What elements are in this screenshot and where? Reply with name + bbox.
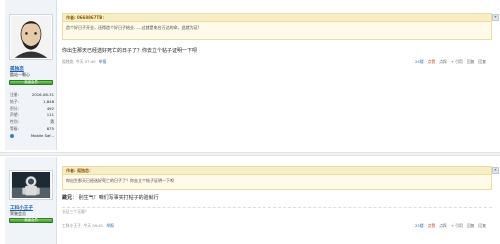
message-greeting: 跳兄 bbox=[62, 195, 73, 201]
reply-button[interactable]: 回复 bbox=[467, 223, 475, 229]
stat-value: 492 bbox=[46, 105, 54, 111]
quote-text: 造个好日子开业，还得造个好日子结业......过就是电台万达的命，此就为证! bbox=[66, 24, 200, 30]
avatar[interactable] bbox=[9, 14, 53, 60]
user-sidebar: 孤独恋 酷站一颗心 高级会员 注册: 2016-08-31 帖子: 1,848 积分… bbox=[5, 0, 57, 150]
quote-author: 作者: 0668867TB： bbox=[63, 14, 491, 22]
device-icon bbox=[10, 134, 14, 139]
report-flag-icon[interactable]: ⚑ bbox=[492, 14, 499, 21]
post-message: 跳兄： 别生气！咱们写事实打帖子的验就行 bbox=[62, 195, 159, 201]
quote-text: 你出生那天已经选好死亡的日子了？你去立个帖子证明一下呗 bbox=[66, 177, 174, 183]
like-button[interactable]: 点赞 bbox=[428, 223, 436, 229]
quote-author: 作者: 孤独恋： bbox=[63, 167, 491, 175]
reply-button-2[interactable]: 回复 bbox=[478, 59, 486, 65]
reply-button[interactable]: 回复 bbox=[467, 59, 475, 65]
stat-value: 111 bbox=[46, 112, 54, 118]
post-24: 孤独恋 酷站一颗心 高级会员 注册: 2016-08-31 帖子: 1,848 积分… bbox=[0, 0, 500, 150]
stat-label: 注册: bbox=[10, 92, 19, 97]
post-message: 你出生那天已经选好死亡的日子了？你去立个帖子证明一下呗 bbox=[62, 48, 198, 54]
stat-registered: 注册: 2016-08-31 bbox=[10, 92, 54, 99]
footer-time: 今天 07:40 bbox=[75, 59, 96, 64]
message-text: 别生气！咱们写事实打帖子的验就行 bbox=[78, 195, 159, 201]
like-button[interactable]: 点赞 bbox=[428, 59, 436, 65]
stat-value: Mobile Saf... bbox=[30, 132, 54, 138]
quote-block: 作者: 孤独恋： 你出生那天已经选好死亡的日子了？你去立个帖子证明一下呗 bbox=[62, 166, 492, 190]
rank-badge: 高级会员 bbox=[9, 218, 53, 223]
quote-block: 作者: 0668867TB： 造个好日子开业，还得造个好日子结业......过就… bbox=[62, 13, 492, 40]
dislike-button[interactable]: 点踩 bbox=[439, 223, 447, 229]
report-flag-icon[interactable]: ⚑ bbox=[492, 167, 499, 174]
stat-value: 1,848 bbox=[43, 98, 54, 104]
quote-button[interactable]: + 引用 bbox=[451, 59, 463, 65]
stat-reputation: 声望: 111 bbox=[10, 112, 54, 119]
stat-label: 声望: bbox=[10, 112, 19, 118]
stat-posts: 帖子: 1,848 bbox=[10, 99, 54, 106]
stat-label: 等级: bbox=[10, 125, 19, 131]
post-actions: 24楼 点赞 点踩 + 引用 回复 回复 bbox=[415, 59, 486, 65]
post-footer: 孤独恋, 今天 07:40 举报 24楼 点赞 点踩 + 引用 回复 回复 bbox=[62, 59, 492, 65]
stat-value: 男 bbox=[50, 119, 54, 125]
stat-gender: 性别: 男 bbox=[10, 119, 54, 126]
stat-value: 875 bbox=[46, 125, 54, 131]
user-title: 荣誉会员 bbox=[10, 211, 26, 216]
avatar-image bbox=[11, 172, 51, 198]
stat-label: 帖子: bbox=[10, 98, 19, 104]
post-25: 工科小王子 荣誉会员 高级会员 作者: 孤独恋： 你出生那天已经选好死亡的日子了… bbox=[0, 157, 500, 244]
floor-number[interactable]: 24楼 bbox=[415, 59, 424, 65]
post-meta: 工科小王子, 今天 09:41 举报 bbox=[62, 223, 114, 228]
rank-badge: 高级会员 bbox=[9, 80, 53, 85]
stat-label: 积分: bbox=[10, 105, 19, 111]
reply-button-2[interactable]: 回复 bbox=[478, 223, 486, 229]
floor-number[interactable]: 25楼 bbox=[415, 223, 424, 229]
report-link[interactable]: 举报 bbox=[106, 223, 114, 228]
avatar[interactable] bbox=[9, 170, 53, 200]
post-footer: 工科小王子, 今天 09:41 举报 25楼 点赞 点踩 + 引用 回复 回复 bbox=[62, 223, 492, 229]
post-meta: 孤独恋, 今天 07:40 举报 bbox=[62, 59, 107, 64]
signature-divider bbox=[62, 207, 492, 208]
stat-points: 积分: 492 bbox=[10, 106, 54, 113]
dislike-button[interactable]: 点踩 bbox=[439, 59, 447, 65]
report-link[interactable]: 举报 bbox=[99, 59, 107, 64]
user-sidebar: 工科小王子 荣誉会员 高级会员 bbox=[5, 157, 57, 244]
user-stats: 注册: 2016-08-31 帖子: 1,848 积分: 492 声望: 111 性别:… bbox=[10, 92, 54, 140]
footer-username[interactable]: 工科小王子 bbox=[62, 223, 81, 228]
stat-level: 等级: 875 bbox=[10, 126, 54, 133]
stat-device: Mobile Saf... bbox=[10, 133, 54, 140]
user-title: 酷站一颗心 bbox=[10, 72, 30, 77]
stat-label: 性别: bbox=[10, 119, 19, 125]
footer-time: 今天 09:41 bbox=[83, 223, 104, 228]
quote-button[interactable]: + 引用 bbox=[451, 223, 463, 229]
post-content: 作者: 0668867TB： 造个好日子开业，还得造个好日子结业......过就… bbox=[62, 0, 492, 150]
post-divider bbox=[0, 152, 500, 156]
avatar-image bbox=[11, 16, 51, 58]
stat-value: 2016-08-31 bbox=[31, 92, 54, 97]
footer-username[interactable]: 孤独恋 bbox=[62, 59, 73, 64]
signature: 长征三个无聊？ bbox=[62, 209, 89, 214]
post-actions: 25楼 点赞 点踩 + 引用 回复 回复 bbox=[415, 223, 486, 229]
post-content: 作者: 孤独恋： 你出生那天已经选好死亡的日子了？你去立个帖子证明一下呗 跳兄：… bbox=[62, 157, 492, 244]
